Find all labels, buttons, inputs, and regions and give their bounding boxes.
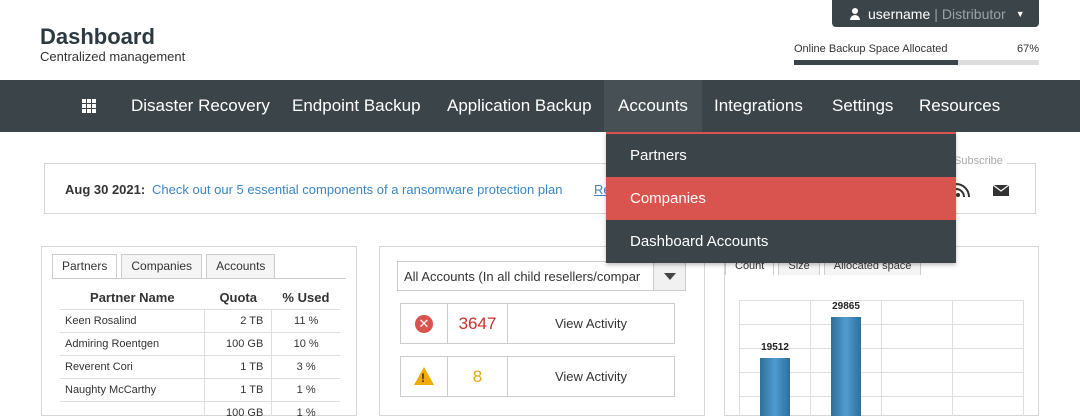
page-title: Dashboard	[40, 24, 155, 49]
chart-gridline	[810, 300, 811, 416]
partners-panel: Partners Companies Accounts Partner Name…	[41, 246, 357, 416]
column-header-partner-name[interactable]: Partner Name	[60, 287, 205, 309]
quota-cell: 1 TB	[204, 377, 272, 401]
table-row[interactable]: 100 GB 1 %	[60, 400, 340, 416]
partners-table: Partner Name Quota % Used Keen Rosalind …	[60, 287, 340, 416]
percent-used-cell: 1 %	[271, 377, 340, 401]
announcement-link[interactable]: Check out our 5 essential components of …	[152, 182, 562, 197]
quota-cell: 100 GB	[204, 400, 272, 416]
user-separator: |	[934, 5, 938, 22]
storage-chart-panel: Count Size Allocated space 19512 29865	[724, 246, 1039, 416]
partner-name-cell[interactable]: Admiring Roentgen	[60, 331, 205, 355]
menu-item-companies[interactable]: Companies	[606, 177, 956, 220]
nav-integrations[interactable]: Integrations	[700, 80, 817, 132]
caret-down-icon: ▼	[1015, 8, 1025, 19]
error-activity-card[interactable]: ✕ 3647 View Activity	[400, 303, 675, 344]
quota-cell: 100 GB	[204, 331, 272, 355]
percent-used-cell: 1 %	[271, 400, 340, 416]
quota-cell: 1 TB	[204, 354, 272, 378]
tab-partners[interactable]: Partners	[52, 254, 118, 279]
warning-count: 8	[448, 357, 508, 396]
activity-panel: All Accounts (In all child resellers/com…	[379, 246, 705, 416]
user-menu-button[interactable]: username | Distributor ▼	[832, 0, 1039, 27]
warning-icon: !	[414, 367, 434, 385]
table-row[interactable]: Keen Rosalind 2 TB 11 %	[60, 308, 340, 332]
backup-space-percent: 67%	[1016, 43, 1039, 55]
nav-disaster-recovery[interactable]: Disaster Recovery	[117, 80, 284, 132]
chart-bar[interactable]	[760, 358, 790, 416]
backup-space-bar	[794, 60, 1039, 65]
percent-used-cell: 10 %	[271, 331, 340, 355]
error-count: 3647	[448, 304, 508, 343]
partner-name-cell[interactable]: Naughty McCarthy	[60, 377, 205, 401]
nav-accounts[interactable]: Accounts	[604, 80, 702, 132]
tab-accounts[interactable]: Accounts	[206, 254, 276, 278]
apps-grid-icon[interactable]	[82, 99, 96, 113]
chevron-down-icon[interactable]	[653, 262, 685, 290]
subscribe-label: Subscribe	[950, 155, 1007, 167]
user-icon	[848, 7, 862, 21]
tab-companies[interactable]: Companies	[121, 254, 203, 278]
menu-item-dashboard-accounts[interactable]: Dashboard Accounts	[606, 220, 956, 263]
warning-activity-card[interactable]: ! 8 View Activity	[400, 356, 675, 397]
menu-item-partners[interactable]: Partners	[606, 134, 956, 177]
column-header-percent-used[interactable]: % Used	[272, 287, 340, 309]
user-name: username	[868, 5, 931, 22]
nav-settings[interactable]: Settings	[818, 80, 907, 132]
view-activity-errors-button[interactable]: View Activity	[508, 304, 674, 343]
partner-name-cell[interactable]	[60, 400, 205, 416]
chart-bar[interactable]	[831, 317, 861, 416]
mail-icon[interactable]	[993, 185, 1009, 196]
user-role: Distributor	[941, 5, 1006, 22]
percent-used-cell: 3 %	[271, 354, 340, 378]
nav-endpoint-backup[interactable]: Endpoint Backup	[278, 80, 435, 132]
account-filter-select[interactable]: All Accounts (In all child resellers/com…	[397, 261, 686, 291]
accounts-dropdown-menu: Partners Companies Dashboard Accounts	[606, 132, 956, 263]
quota-cell: 2 TB	[204, 308, 272, 332]
bar-chart: 19512 29865	[739, 300, 1024, 416]
table-row[interactable]: Naughty McCarthy 1 TB 1 %	[60, 377, 340, 401]
table-row[interactable]: Admiring Roentgen 100 GB 10 %	[60, 331, 340, 355]
chart-gridline	[739, 300, 740, 416]
announcement-date: Aug 30 2021:	[65, 182, 146, 197]
nav-application-backup[interactable]: Application Backup	[433, 80, 606, 132]
partner-name-cell[interactable]: Keen Rosalind	[60, 308, 205, 332]
backup-space-bar-fill	[794, 60, 959, 65]
account-filter-value: All Accounts (In all child resellers/com…	[404, 269, 641, 284]
main-nav: Disaster Recovery Endpoint Backup Applic…	[0, 80, 1080, 132]
error-icon: ✕	[415, 315, 433, 333]
chart-data-label: 29865	[832, 301, 860, 313]
partner-name-cell[interactable]: Reverent Cori	[60, 354, 205, 378]
column-header-quota[interactable]: Quota	[205, 287, 272, 309]
rss-icon[interactable]	[956, 183, 970, 197]
backup-space-label: Online Backup Space Allocated	[794, 43, 948, 55]
percent-used-cell: 11 %	[271, 308, 340, 332]
partners-tabs: Partners Companies Accounts	[52, 254, 279, 279]
page-subtitle: Centralized management	[40, 49, 186, 64]
view-activity-warnings-button[interactable]: View Activity	[508, 357, 674, 396]
chart-gridline	[952, 300, 953, 416]
table-row[interactable]: Reverent Cori 1 TB 3 %	[60, 354, 340, 378]
chart-data-label: 19512	[761, 342, 789, 354]
chart-gridline	[881, 300, 882, 416]
nav-resources[interactable]: Resources	[905, 80, 1014, 132]
dashboard-page: Dashboard Centralized management usernam…	[0, 0, 1080, 416]
tab-divider	[52, 278, 346, 279]
chart-gridline	[1023, 300, 1024, 416]
